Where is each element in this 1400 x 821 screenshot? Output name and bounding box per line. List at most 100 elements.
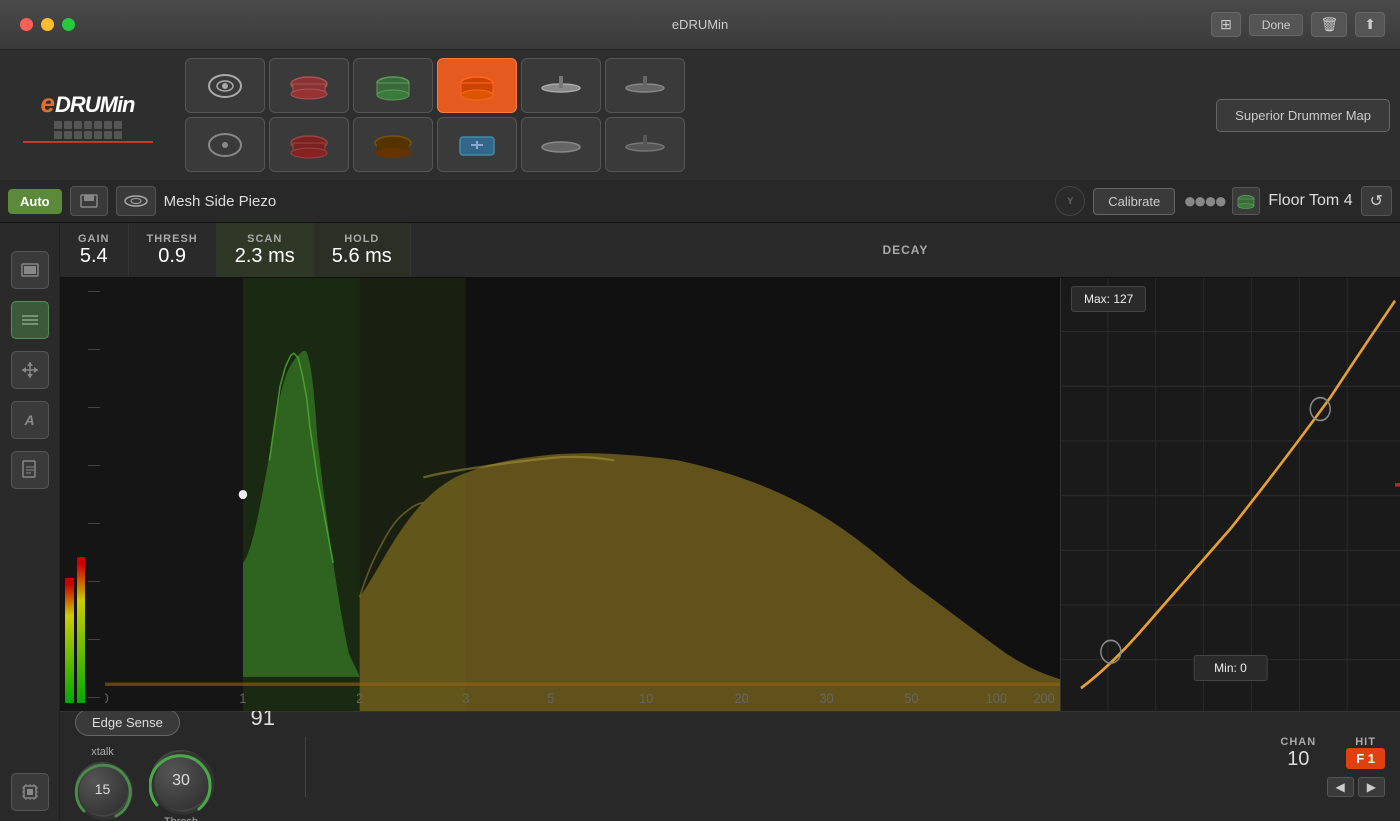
bottom-controls: Edge Sense 91 xtalk <box>60 711 1400 821</box>
chan-value: 10 <box>1287 748 1309 771</box>
top-right-controls: ⊞ Done 🗑 ⬆ <box>1211 12 1385 37</box>
superior-drummer-button[interactable]: Superior Drummer Map <box>1216 99 1390 132</box>
thresh-knob-container: 30 Thresh <box>150 750 212 821</box>
main-content: e DRUMin <box>0 50 1400 821</box>
velocity-min-label: Min: 0 <box>1193 655 1268 681</box>
calibrate-button[interactable]: Calibrate <box>1093 188 1175 215</box>
sidebar-lines-button[interactable] <box>11 301 49 339</box>
drum-pad-12[interactable] <box>605 117 685 172</box>
share-icon-button[interactable]: ⬆ <box>1355 12 1385 37</box>
drum-pads-grid <box>185 58 685 172</box>
drum-pad-10[interactable] <box>437 117 517 172</box>
header-area: e DRUMin <box>0 50 1400 180</box>
scan-block: SCAN 2.3 ms <box>217 223 314 277</box>
velocity-panel: Max: 127 Min: 0 <box>1060 278 1400 711</box>
window-title: eDRUMin <box>672 17 728 32</box>
drum-pad-2[interactable] <box>269 58 349 113</box>
svg-text:5: 5 <box>547 691 554 707</box>
close-button[interactable] <box>20 18 33 31</box>
hold-value: 5.6 ms <box>332 245 392 268</box>
drum-row-bottom <box>185 117 685 172</box>
level-ticks <box>88 286 100 703</box>
level-meter-2 <box>77 286 86 703</box>
floor-tom-pad-icon <box>1232 187 1260 215</box>
grid-icon-button[interactable]: ⊞ <box>1211 12 1241 37</box>
chan-block: CHAN 10 <box>1280 736 1316 771</box>
level-bar-2 <box>77 557 86 703</box>
drum-pad-5[interactable] <box>521 58 601 113</box>
sidebar-pdf-button[interactable] <box>11 451 49 489</box>
done-button[interactable]: Done <box>1249 14 1304 36</box>
logo-underline <box>23 141 153 143</box>
drum-pad-8[interactable] <box>269 117 349 172</box>
svg-text:50: 50 <box>904 691 918 707</box>
trash-icon-button[interactable]: 🗑 <box>1311 12 1347 37</box>
instrument-name: Mesh Side Piezo <box>164 193 1048 210</box>
hit-label: HIT <box>1355 736 1376 748</box>
window: eDRUMin ⊞ Done 🗑 ⬆ e DRUMin <box>0 0 1400 821</box>
waveform-svg: 0 1 2 3 5 10 20 30 50 100 200 <box>105 278 1060 711</box>
thresh-block: THRESH 0.9 <box>129 223 217 277</box>
scan-value: 2.3 ms <box>235 245 295 268</box>
sidebar-arrows-button[interactable] <box>11 351 49 389</box>
xtalk-label: xtalk <box>91 746 114 758</box>
hit-badge: F 1 <box>1346 748 1385 769</box>
window-controls <box>20 18 75 31</box>
chan-arrows-row: ◀ ▶ <box>1327 777 1385 797</box>
knobs-row: xtalk 15 Amount <box>75 746 275 821</box>
drum-pad-9[interactable] <box>353 117 433 172</box>
floor-tom-label: Floor Tom 4 <box>1268 192 1352 210</box>
drum-pad-7[interactable] <box>185 117 265 172</box>
refresh-button[interactable]: ↺ <box>1361 186 1392 216</box>
logo-dots-row <box>54 121 122 139</box>
drum-pad-11[interactable] <box>521 117 601 172</box>
scan-label: SCAN <box>247 233 282 245</box>
logo-area: e DRUMin <box>10 88 165 143</box>
hold-label: HOLD <box>344 233 379 245</box>
a-icon: A <box>24 412 34 428</box>
chan-label: CHAN <box>1280 736 1316 748</box>
svg-text:2: 2 <box>356 691 363 707</box>
sidebar-cpu-button[interactable] <box>11 773 49 811</box>
toolbar-row: Auto Mesh Side Piezo Y Calibrate ●●●● <box>0 180 1400 223</box>
chan-prev-button[interactable]: ◀ <box>1327 777 1354 797</box>
svg-text:200: 200 <box>1033 691 1054 707</box>
logo-text: DRUMin <box>55 92 135 118</box>
workspace: A GAIN 5.4 THR <box>0 223 1400 821</box>
left-sidebar: A <box>0 223 60 821</box>
drum-pad-3[interactable] <box>353 58 433 113</box>
chan-next-button[interactable]: ▶ <box>1358 777 1385 797</box>
left-sidebar-top <box>70 186 108 216</box>
hold-block: HOLD 5.6 ms <box>314 223 411 277</box>
save-icon-button[interactable] <box>70 186 108 216</box>
drum-pad-6[interactable] <box>605 58 685 113</box>
drum-pad-4-active[interactable] <box>437 58 517 113</box>
sidebar-a-button[interactable]: A <box>11 401 49 439</box>
edge-sense-button[interactable]: Edge Sense <box>75 709 180 736</box>
thresh-knob[interactable]: 30 <box>150 750 212 812</box>
svg-text:1: 1 <box>239 691 246 707</box>
main-panel: GAIN 5.4 THRESH 0.9 SCAN 2.3 ms HOLD 5.6… <box>60 223 1400 821</box>
separator-line <box>305 737 306 797</box>
yamaha-badge[interactable]: Y <box>1055 186 1085 216</box>
logo-dots <box>54 121 122 139</box>
level-meter-1 <box>65 286 74 703</box>
yamaha-logo-text: Y <box>1067 196 1073 206</box>
drum-pad-1[interactable] <box>185 58 265 113</box>
auto-button[interactable]: Auto <box>8 189 62 214</box>
sidebar-list-button[interactable] <box>11 251 49 289</box>
decay-label: DECAY <box>411 223 1400 277</box>
svg-text:30: 30 <box>819 691 833 707</box>
drum-row-top <box>185 58 685 113</box>
minimize-button[interactable] <box>41 18 54 31</box>
waveform-velocity-area: 0 1 2 3 5 10 20 30 50 100 200 <box>60 278 1400 711</box>
gain-block: GAIN 5.4 <box>60 223 129 277</box>
svg-text:0: 0 <box>105 691 109 707</box>
thresh-label: THRESH <box>147 233 198 245</box>
maximize-button[interactable] <box>62 18 75 31</box>
instrument-icon-btn[interactable] <box>116 186 156 216</box>
level-meter-area <box>60 278 105 711</box>
svg-text:3: 3 <box>462 691 469 707</box>
xtalk-knob-container: xtalk 15 Amount <box>75 746 130 821</box>
xtalk-knob[interactable]: 15 <box>75 762 130 817</box>
